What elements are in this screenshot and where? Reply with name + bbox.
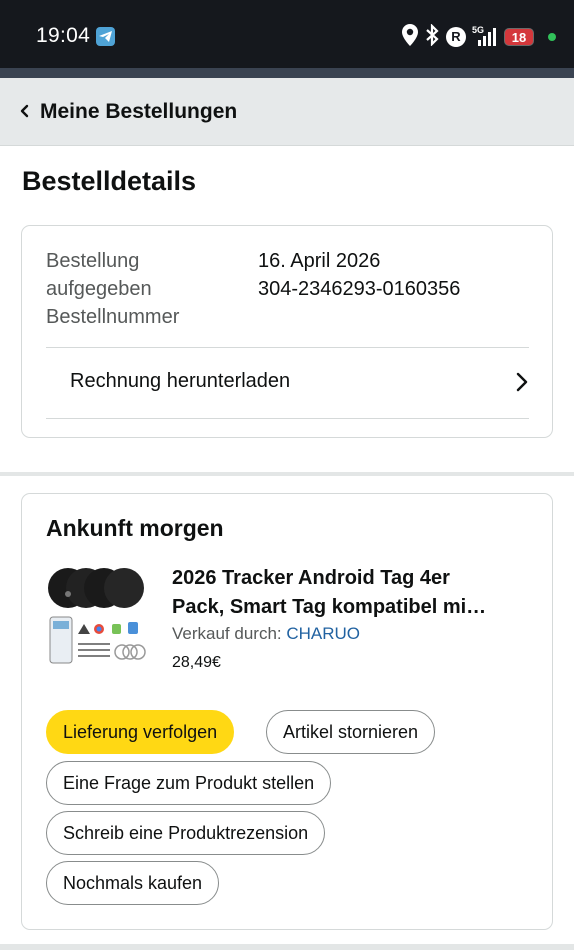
chevron-left-icon[interactable] [18,102,32,120]
product-price: 28,49€ [172,654,221,671]
battery-icon: 18 [504,28,534,46]
shipment-card: Ankunft morgen 2026 Tracker Android Tag … [21,493,553,930]
order-number-label: Bestellnummer [46,306,180,328]
nav-header: Meine Bestellungen [0,78,574,146]
order-info-labels: Bestellung aufgegeben Bestellnummer [46,247,246,331]
section-separator [0,472,574,476]
order-date: 16. April 2026 [258,250,381,272]
write-review-button[interactable]: Schreib eine Produktrezension [46,811,326,855]
seller-link[interactable]: CHARUO [286,624,360,643]
download-invoice-label: Rechnung herunterladen [70,370,291,392]
privacy-indicator-icon [548,33,556,41]
delivery-status-heading: Ankunft morgen [46,515,224,541]
telegram-icon [96,27,115,46]
divider [46,418,529,419]
cancel-item-button[interactable]: Artikel stornieren [266,710,436,754]
ask-product-question-button[interactable]: Eine Frage zum Produkt stellen [46,761,332,805]
page-title: Bestelldetails [22,166,197,196]
r-icon: R [446,27,466,47]
back-to-orders-link[interactable]: Meine Bestellungen [40,100,237,124]
bluetooth-icon [424,22,440,51]
product-title-line1: 2026 Tracker Android Tag 4er [172,567,450,589]
app-top-strip [0,68,574,78]
section-separator [0,944,574,950]
signal-icon: 5G [472,25,498,48]
download-invoice-row[interactable]: Rechnung herunterladen [46,348,529,418]
track-delivery-button[interactable]: Lieferung verfolgen [46,710,235,754]
status-bar: 19:04 R 5G 18 [0,0,574,68]
seller-info: Verkauf durch: CHARUO [172,624,360,644]
order-date-label-line1: Bestellung [46,250,140,272]
location-icon [402,23,418,51]
product-title-line2: Pack, Smart Tag kompatibel mi… [172,596,487,618]
seller-prefix: Verkauf durch: [172,624,287,643]
buy-again-button[interactable]: Nochmals kaufen [46,861,220,905]
product-image[interactable] [46,564,152,670]
product-title[interactable]: 2026 Tracker Android Tag 4er Pack, Smart… [172,564,532,622]
chevron-right-icon [515,371,529,393]
order-date-label-line2: aufgegeben [46,278,152,300]
order-info-card: Bestellung aufgegeben Bestellnummer 16. … [21,225,553,438]
status-time: 19:04 [36,24,91,47]
order-number: 304-2346293-0160356 [258,278,461,300]
status-icons: R 5G 18 [402,22,556,51]
order-info-values: 16. April 2026 304-2346293-0160356 [258,247,460,303]
